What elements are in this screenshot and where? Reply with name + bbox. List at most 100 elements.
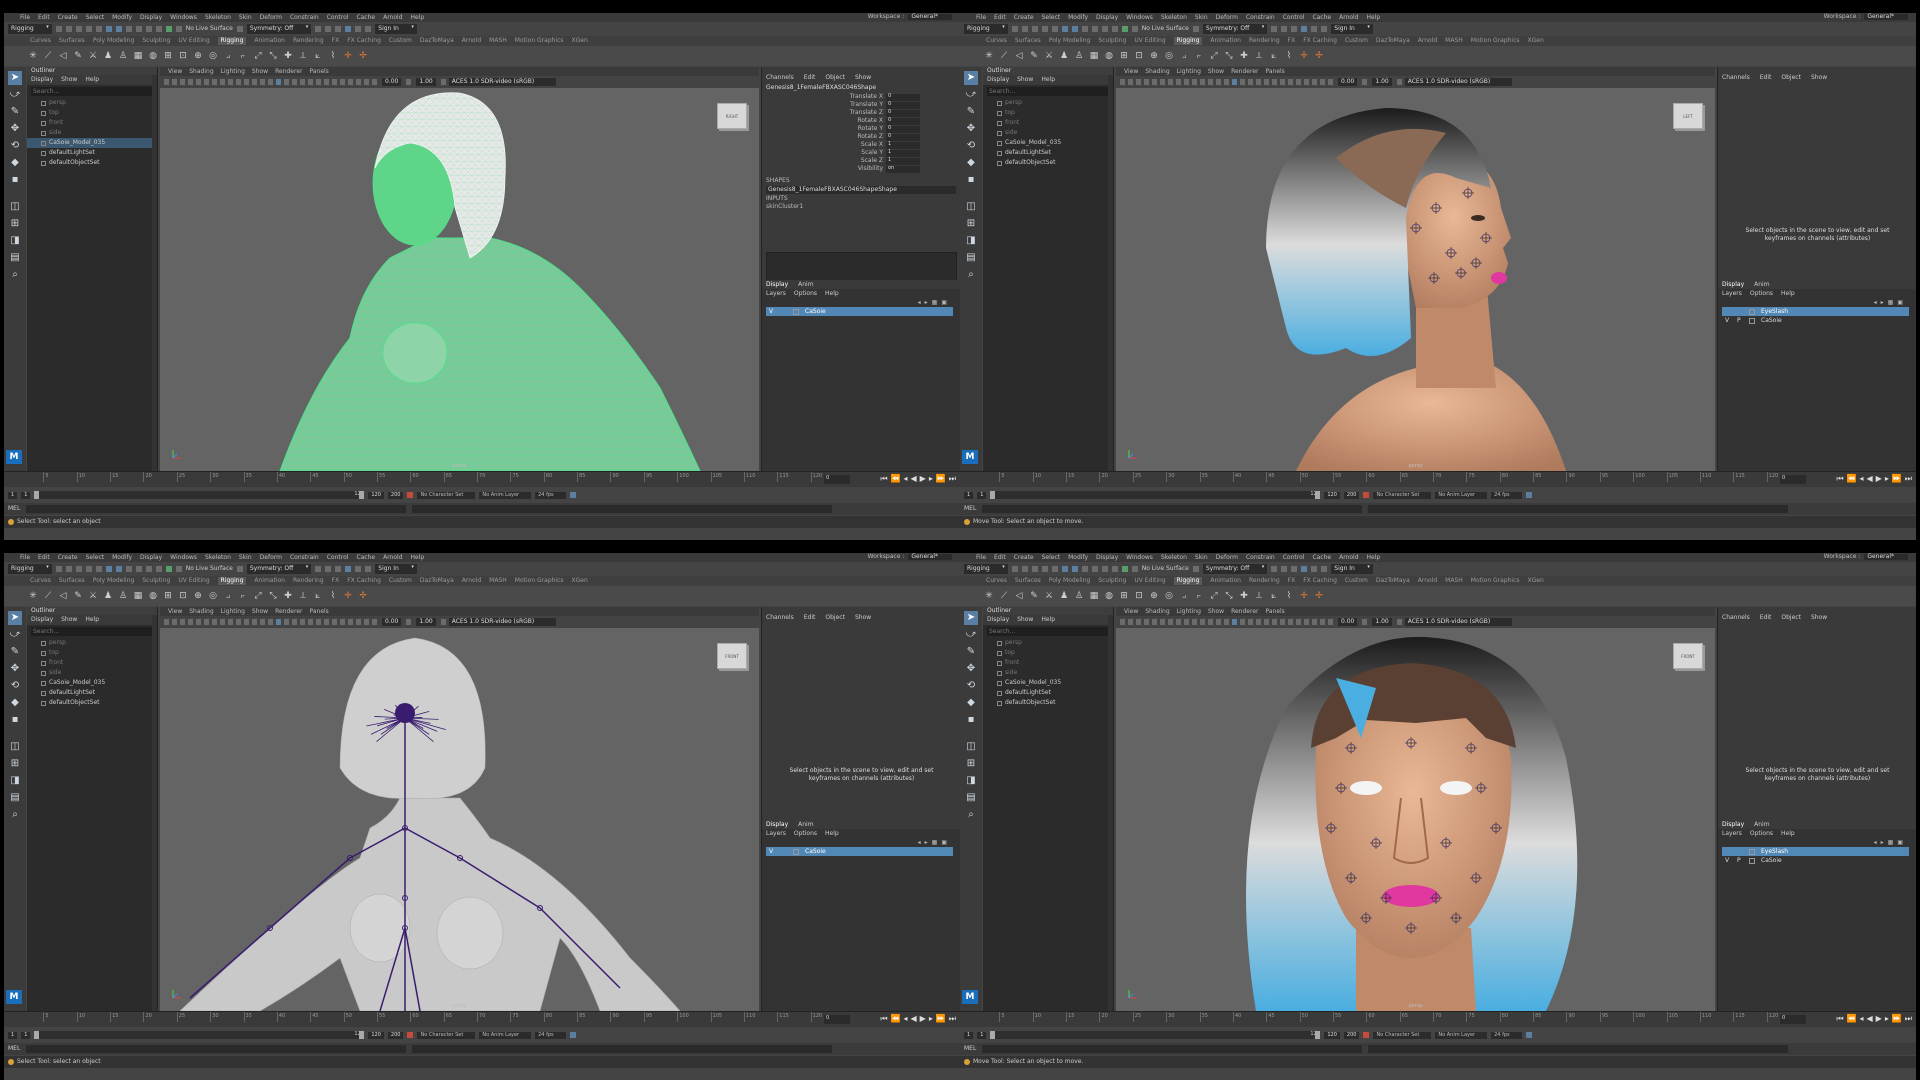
shelf-tab-daztomaya[interactable]: DazToMaya <box>420 38 454 44</box>
menu-windows[interactable]: Windows <box>170 14 197 21</box>
shelf-tab-fx-caching[interactable]: FX Caching <box>347 38 381 44</box>
exposure-field[interactable]: 0.00 <box>382 618 402 626</box>
menu-create[interactable]: Create <box>1014 14 1034 21</box>
grease-pencil-icon[interactable] <box>1160 619 1165 625</box>
paint-weights-icon[interactable]: ◍ <box>148 591 158 601</box>
move-layer-down-icon[interactable]: ▸ <box>925 300 928 306</box>
channel-row[interactable]: Scale X1 <box>762 141 960 149</box>
bind-skin-icon[interactable]: ▦ <box>133 591 143 601</box>
menu-modify[interactable]: Modify <box>112 554 132 561</box>
move-layer-up-icon[interactable]: ◂ <box>918 300 921 306</box>
cluster-icon[interactable]: ⊞ <box>163 51 173 61</box>
layer-menu-help[interactable]: Help <box>1781 291 1795 297</box>
shelf-tab-mash[interactable]: MASH <box>1445 578 1463 584</box>
ik-spline-icon[interactable]: ◁ <box>58 51 68 61</box>
layer-type-toggle[interactable]: P <box>1737 857 1743 864</box>
viewport-render[interactable] <box>1116 88 1715 471</box>
anim-prefs-icon[interactable] <box>1525 492 1532 498</box>
range-bar[interactable]: 120 <box>990 1031 1321 1039</box>
start-time-field[interactable]: 1 <box>964 491 974 499</box>
outliner-layout-icon[interactable]: ▤ <box>964 251 978 265</box>
shelf-tab-rigging[interactable]: Rigging <box>217 577 247 585</box>
menu-skin[interactable]: Skin <box>1195 14 1208 21</box>
shelf-tab-fx-caching[interactable]: FX Caching <box>1303 578 1337 584</box>
gate-mask-icon[interactable] <box>236 79 241 85</box>
outliner-layout-icon[interactable]: ▤ <box>8 791 22 805</box>
single-pane-icon[interactable]: ◫ <box>8 200 22 214</box>
new-layer-selected-icon[interactable]: ▣ <box>941 840 947 846</box>
layer-visibility-toggle[interactable]: V <box>769 308 775 315</box>
lattice-icon[interactable]: ⊡ <box>1134 591 1144 601</box>
shelf-tab-uv-editing[interactable]: UV Editing <box>1134 578 1165 584</box>
cross-icon[interactable]: ✛ <box>1299 51 1309 61</box>
move-layer-down-icon[interactable]: ▸ <box>925 840 928 846</box>
ik-handle-icon[interactable]: ⟋ <box>999 591 1009 601</box>
character-set-dropdown[interactable]: No Character Set <box>417 1031 476 1039</box>
safe-action-icon[interactable] <box>252 619 257 625</box>
ambient-occlusion-icon[interactable] <box>316 79 321 85</box>
outliner-menu-help[interactable]: Help <box>1041 77 1055 83</box>
step-forward-key-icon[interactable]: ⏩ <box>936 1015 946 1023</box>
command-language-label[interactable]: MEL <box>8 506 20 512</box>
view-transform-dropdown[interactable]: ACES 1.0 SDR-video (sRGB) <box>1404 78 1513 86</box>
bind-skin-icon[interactable]: ▦ <box>1089 51 1099 61</box>
lasso-tool-icon[interactable]: ⤻ <box>8 628 22 642</box>
paint-select-icon[interactable]: ✎ <box>8 645 22 659</box>
move-layer-up-icon[interactable]: ◂ <box>1874 840 1877 846</box>
live-surface-label[interactable]: No Live Surface <box>1142 26 1189 32</box>
select-hierarchy-icon[interactable] <box>1061 26 1068 32</box>
channel-attr-value[interactable]: 0 <box>886 101 920 109</box>
magnet-icon[interactable] <box>1131 26 1138 32</box>
select-tool-icon[interactable]: ➤ <box>8 71 22 85</box>
channels-menu-channels[interactable]: Channels <box>766 75 794 81</box>
joint-tool-icon[interactable]: ✳ <box>28 51 38 61</box>
shelf-tab-daztomaya[interactable]: DazToMaya <box>420 578 454 584</box>
viewport-menu-shading[interactable]: Shading <box>189 68 213 75</box>
step-back-icon[interactable]: ◂ <box>903 475 907 483</box>
viewport-panel[interactable]: View Shading Lighting Show Renderer Panels 0.… <box>160 67 759 471</box>
anim-layer-dropdown[interactable]: No Anim Layer <box>1435 491 1488 499</box>
time-slider[interactable]: 5 10 15 20 25 30 35 40 45 50 55 60 65 70 75 80 85 90 95 100… <box>4 1011 960 1027</box>
viewport-menu-show[interactable]: Show <box>252 608 268 615</box>
backface-icon[interactable] <box>1328 619 1333 625</box>
shelf-tab-curves[interactable]: Curves <box>30 38 51 44</box>
scale-tool-icon[interactable]: ◆ <box>964 156 978 170</box>
menu-help[interactable]: Help <box>1367 14 1381 21</box>
shelf-tab-poly-modeling[interactable]: Poly Modeling <box>1049 38 1091 44</box>
pole-vector-icon[interactable]: ⤡ <box>268 591 278 601</box>
channel-row[interactable]: Rotate Z0 <box>762 133 960 141</box>
current-frame-field[interactable]: 0 <box>1780 1015 1806 1024</box>
shadows-icon[interactable] <box>308 619 313 625</box>
viewport-menu-lighting[interactable]: Lighting <box>1177 608 1201 615</box>
step-forward-key-icon[interactable]: ⏩ <box>936 475 946 483</box>
use-lights-icon[interactable] <box>1256 79 1261 85</box>
lattice-icon[interactable]: ⊡ <box>1134 51 1144 61</box>
layer-row[interactable]: EyeSlash <box>1722 307 1909 316</box>
hypershade-icon[interactable] <box>345 26 352 32</box>
shelf-tab-fx-caching[interactable]: FX Caching <box>347 578 381 584</box>
exposure-field[interactable]: 0.00 <box>1338 618 1358 626</box>
outliner-item[interactable]: top <box>983 648 1113 658</box>
layer-menu-options[interactable]: Options <box>1750 831 1773 837</box>
quick-rig-icon[interactable]: ♙ <box>1074 591 1084 601</box>
start-time-field[interactable]: 1 <box>8 1031 18 1039</box>
layer-menu-help[interactable]: Help <box>1781 831 1795 837</box>
outliner-item[interactable]: persp <box>27 98 157 108</box>
move-layer-down-icon[interactable]: ▸ <box>1881 840 1884 846</box>
menu-cache[interactable]: Cache <box>356 14 375 21</box>
menu-skin[interactable]: Skin <box>239 14 252 21</box>
layer-menu-options[interactable]: Options <box>794 831 817 837</box>
auto-key-icon[interactable] <box>1363 1032 1370 1038</box>
wrap-icon[interactable]: ⌇ <box>328 51 338 61</box>
outliner-menu-show[interactable]: Show <box>61 617 77 623</box>
aim-constraint-icon[interactable]: ◎ <box>208 591 218 601</box>
go-start-icon[interactable]: ⏮ <box>1836 1015 1843 1023</box>
workspace-dropdown[interactable]: General* <box>908 14 952 20</box>
play-forward-icon[interactable]: ▶ <box>1876 475 1882 483</box>
menu-windows[interactable]: Windows <box>170 554 197 561</box>
select-hierarchy-icon[interactable] <box>105 566 112 572</box>
locator-icon[interactable]: ✚ <box>1239 591 1249 601</box>
shelf-tab-animation[interactable]: Animation <box>1210 38 1241 44</box>
pause-icon[interactable] <box>1311 26 1318 32</box>
new-scene-icon[interactable] <box>1011 26 1018 32</box>
